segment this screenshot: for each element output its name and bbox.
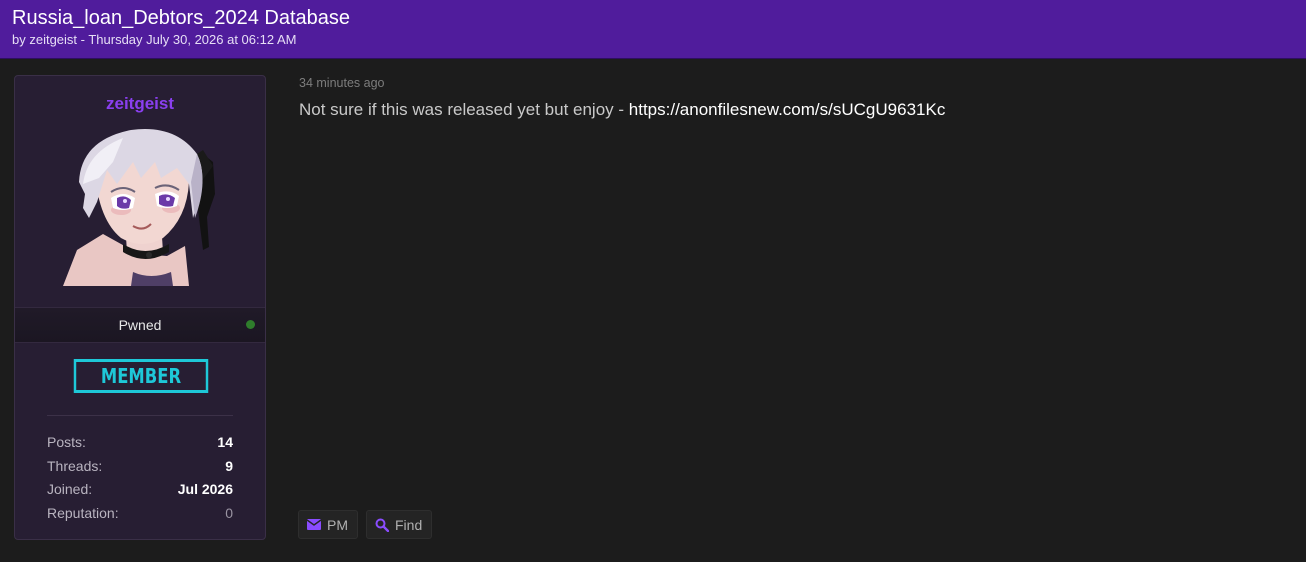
stat-row-reputation: Reputation: 0 xyxy=(47,505,233,523)
thread-title: Russia_loan_Debtors_2024 Database xyxy=(12,7,351,29)
post-link[interactable]: https://anonfilesnew.com/s/sUCgU9631Kc xyxy=(629,100,946,119)
post-body: Not sure if this was released yet but en… xyxy=(299,100,945,120)
pm-label: PM xyxy=(327,516,348,533)
stat-label: Posts: xyxy=(47,434,86,450)
post-text: Not sure if this was released yet but en… xyxy=(299,100,629,119)
user-title-bar: Pwned xyxy=(15,307,265,343)
stats-divider xyxy=(47,415,233,416)
search-icon xyxy=(375,518,389,532)
stat-value: 0 xyxy=(225,505,233,521)
user-panel: zeitgeist Pwned MEMBER Posts: 14 Threads… xyxy=(14,75,266,540)
envelope-icon xyxy=(307,519,321,530)
stat-label: Reputation: xyxy=(47,505,119,521)
stat-row-posts: Posts: 14 xyxy=(47,434,233,452)
stat-value: 14 xyxy=(217,434,233,450)
stat-label: Joined: xyxy=(47,481,93,497)
stat-value: Jul 2026 xyxy=(177,481,233,497)
online-status-icon xyxy=(246,320,255,329)
stat-row-threads: Threads: 9 xyxy=(47,458,233,476)
rank-badge: MEMBER xyxy=(73,359,209,393)
find-button[interactable]: Find xyxy=(366,510,432,539)
avatar[interactable] xyxy=(63,122,223,286)
username-link[interactable]: zeitgeist xyxy=(15,94,265,114)
stat-label: Threads: xyxy=(47,458,103,474)
pm-button[interactable]: PM xyxy=(298,510,358,539)
find-label: Find xyxy=(395,516,423,533)
stat-value: 9 xyxy=(225,458,233,474)
thread-header: Russia_loan_Debtors_2024 Database by zei… xyxy=(0,0,1306,59)
thread-meta: by zeitgeist - Thursday July 30, 2026 at… xyxy=(12,32,297,47)
user-title: Pwned xyxy=(118,317,162,333)
stat-row-joined: Joined: Jul 2026 xyxy=(47,481,233,499)
post-timestamp: 34 minutes ago xyxy=(299,76,385,90)
avatar-image xyxy=(63,129,215,286)
